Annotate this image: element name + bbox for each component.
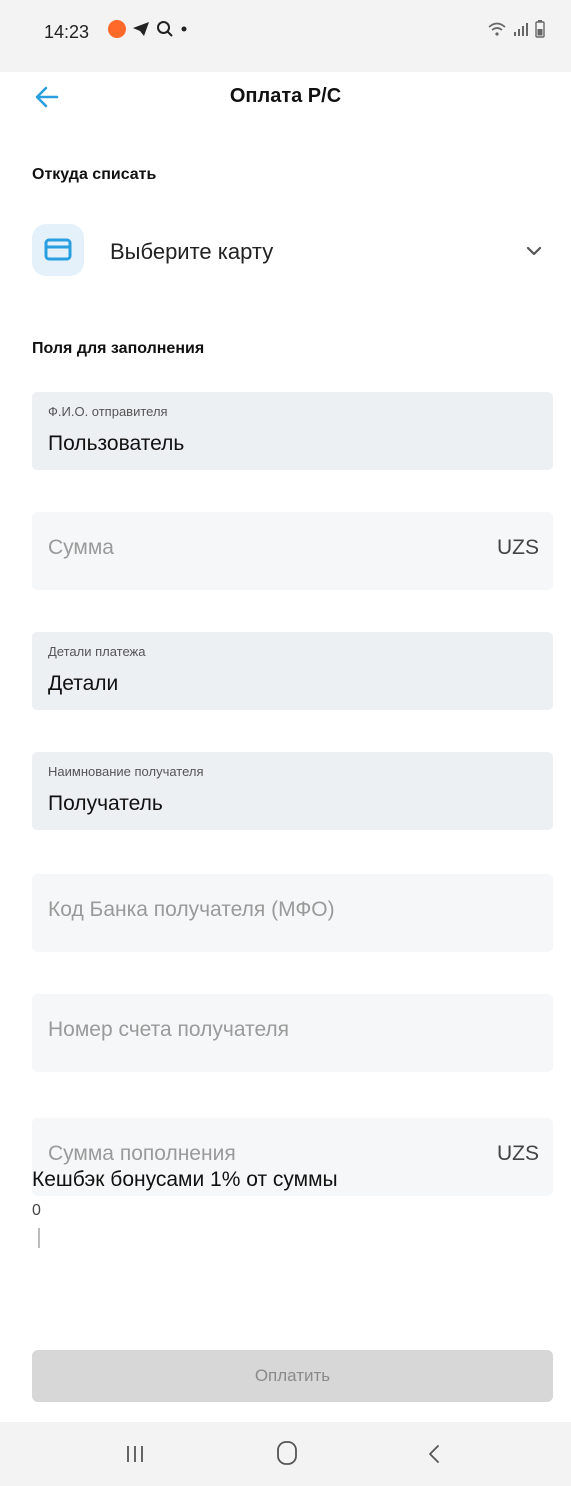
card-select[interactable]: Выберите карту	[32, 224, 553, 286]
topup-amount-currency: UZS	[497, 1142, 539, 1165]
fields-section-title: Поля для заполнения	[32, 340, 205, 357]
search-icon	[157, 21, 173, 37]
payment-details-label: Детали платежа	[48, 644, 146, 659]
amount-field[interactable]: Сумма UZS	[32, 512, 553, 590]
payment-details-field[interactable]: Детали платежа Детали	[32, 632, 553, 710]
source-section-title: Откуда списать	[32, 166, 157, 183]
app-notification-icon	[108, 20, 126, 38]
scroll-indicator	[38, 1228, 40, 1248]
wifi-icon	[488, 22, 506, 36]
dot-icon	[181, 26, 187, 32]
status-system-icons	[487, 20, 545, 38]
recipient-name-value: Получатель	[48, 792, 163, 815]
payment-details-value: Детали	[48, 672, 119, 695]
cashback-label: Кешбэк бонусами 1% от суммы	[32, 1168, 338, 1191]
sender-name-value: Пользователь	[48, 432, 185, 455]
pay-button[interactable]: Оплатить	[32, 1350, 553, 1402]
card-icon-container	[32, 224, 84, 276]
credit-card-icon	[44, 238, 72, 261]
back-nav-icon[interactable]	[424, 1442, 444, 1466]
page-title: Оплата Р/С	[229, 85, 342, 107]
recent-apps-icon[interactable]	[124, 1444, 146, 1464]
bank-code-placeholder: Код Банка получателя (МФО)	[48, 898, 335, 921]
bank-code-field[interactable]: Код Банка получателя (МФО)	[32, 874, 553, 952]
account-number-placeholder: Номер счета получателя	[48, 1018, 290, 1041]
recipient-name-label: Наимнование получателя	[48, 764, 204, 779]
card-select-label: Выберите карту	[110, 239, 274, 264]
topup-amount-placeholder: Сумма пополнения	[48, 1142, 236, 1165]
status-notification-icons	[108, 20, 188, 38]
amount-currency: UZS	[497, 536, 539, 559]
sender-name-label: Ф.И.О. отправителя	[48, 404, 168, 419]
signal-icon	[514, 23, 528, 36]
account-number-field[interactable]: Номер счета получателя	[32, 994, 553, 1072]
home-icon[interactable]	[276, 1440, 298, 1466]
sender-name-field[interactable]: Ф.И.О. отправителя Пользователь	[32, 392, 553, 470]
amount-placeholder: Сумма	[48, 536, 114, 559]
telegram-icon	[133, 22, 149, 36]
battery-icon	[535, 20, 545, 38]
recipient-name-field[interactable]: Наимнование получателя Получатель	[32, 752, 553, 830]
status-time: 14:23	[44, 22, 90, 42]
chevron-down-icon	[526, 246, 542, 256]
cashback-value: 0	[32, 1202, 41, 1219]
